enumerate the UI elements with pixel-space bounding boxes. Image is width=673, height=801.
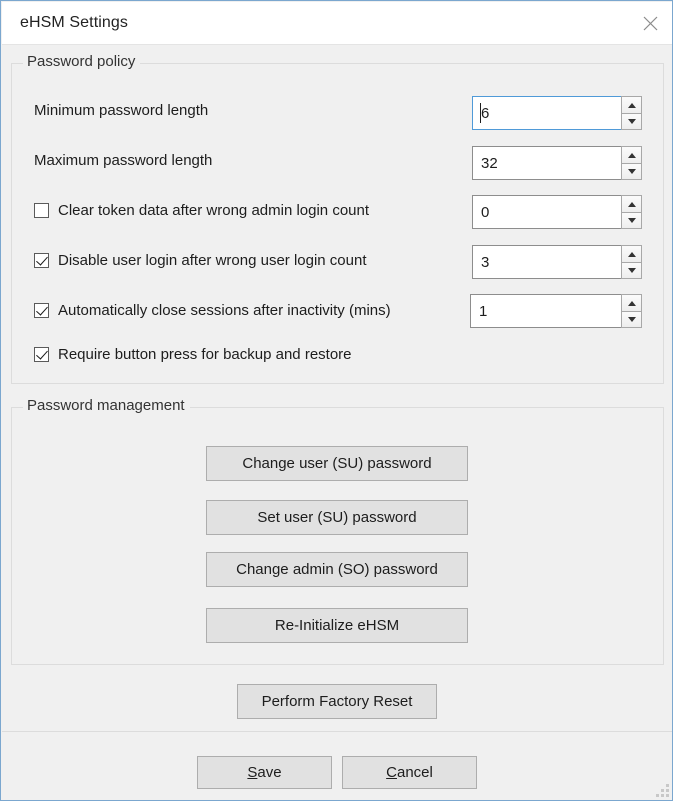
triangle-up-icon bbox=[627, 201, 636, 207]
save-button[interactable]: Save bbox=[197, 756, 332, 789]
triangle-up-icon bbox=[627, 152, 636, 158]
stepper-down-button[interactable] bbox=[621, 262, 642, 279]
footer-divider bbox=[2, 731, 672, 732]
stepper-buttons bbox=[621, 294, 642, 328]
auto-close-sessions-checkbox[interactable] bbox=[34, 303, 49, 318]
disable-user-login-count-input[interactable]: 3 bbox=[472, 245, 621, 279]
disable-user-login-count-stepper[interactable]: 3 bbox=[472, 245, 642, 279]
clear-token-data-checkbox[interactable] bbox=[34, 203, 49, 218]
minimum-password-length-value: 6 bbox=[481, 104, 490, 122]
stepper-up-button[interactable] bbox=[621, 96, 642, 113]
triangle-down-icon bbox=[627, 317, 636, 322]
re-initialize-ehsm-button[interactable]: Re-Initialize eHSM bbox=[206, 608, 468, 643]
perform-factory-reset-button[interactable]: Perform Factory Reset bbox=[237, 684, 437, 719]
save-mnemonic: S bbox=[247, 764, 258, 781]
stepper-up-button[interactable] bbox=[621, 294, 642, 311]
disable-user-login-label: Disable user login after wrong user logi… bbox=[58, 252, 367, 269]
minimum-password-length-label: Minimum password length bbox=[34, 102, 209, 119]
auto-close-sessions-minutes-value: 1 bbox=[479, 302, 488, 320]
disable-user-login-checkbox[interactable] bbox=[34, 253, 49, 268]
cancel-label-rest: ancel bbox=[396, 764, 433, 781]
change-admin-password-button[interactable]: Change admin (SO) password bbox=[206, 552, 468, 587]
cancel-mnemonic: C bbox=[386, 764, 397, 781]
save-label-rest: ave bbox=[257, 764, 282, 781]
triangle-down-icon bbox=[627, 119, 636, 124]
auto-close-sessions-minutes-stepper[interactable]: 1 bbox=[470, 294, 642, 328]
title-bar: eHSM Settings bbox=[2, 2, 672, 45]
change-user-password-button[interactable]: Change user (SU) password bbox=[206, 446, 468, 481]
maximum-password-length-label: Maximum password length bbox=[34, 152, 213, 169]
triangle-up-icon bbox=[627, 251, 636, 257]
auto-close-sessions-minutes-input[interactable]: 1 bbox=[470, 294, 621, 328]
stepper-buttons bbox=[621, 146, 642, 180]
clear-token-data-count-value: 0 bbox=[481, 203, 490, 221]
auto-close-sessions-checkbox-row[interactable]: Automatically close sessions after inact… bbox=[34, 302, 391, 319]
triangle-down-icon bbox=[627, 169, 636, 174]
triangle-up-icon bbox=[627, 102, 636, 108]
triangle-down-icon bbox=[627, 268, 636, 273]
triangle-down-icon bbox=[627, 218, 636, 223]
stepper-buttons bbox=[621, 245, 642, 279]
auto-close-sessions-label: Automatically close sessions after inact… bbox=[58, 302, 391, 319]
maximum-password-length-input[interactable]: 32 bbox=[472, 146, 621, 180]
disable-user-login-checkbox-row[interactable]: Disable user login after wrong user logi… bbox=[34, 252, 367, 269]
minimum-password-length-stepper[interactable]: 6 bbox=[472, 96, 642, 130]
require-button-press-checkbox[interactable] bbox=[34, 347, 49, 362]
stepper-down-button[interactable] bbox=[621, 212, 642, 229]
maximum-password-length-stepper[interactable]: 32 bbox=[472, 146, 642, 180]
stepper-buttons bbox=[621, 96, 642, 130]
clear-token-data-checkbox-row[interactable]: Clear token data after wrong admin login… bbox=[34, 202, 369, 219]
close-icon bbox=[643, 16, 657, 30]
triangle-up-icon bbox=[627, 300, 636, 306]
maximum-password-length-value: 32 bbox=[481, 154, 498, 172]
resize-grip[interactable] bbox=[656, 784, 669, 797]
password-policy-legend: Password policy bbox=[23, 53, 141, 70]
clear-token-data-count-stepper[interactable]: 0 bbox=[472, 195, 642, 229]
stepper-down-button[interactable] bbox=[621, 113, 642, 130]
clear-token-data-count-input[interactable]: 0 bbox=[472, 195, 621, 229]
minimum-password-length-input[interactable]: 6 bbox=[472, 96, 621, 130]
password-management-legend: Password management bbox=[23, 397, 190, 414]
stepper-down-button[interactable] bbox=[621, 311, 642, 328]
stepper-down-button[interactable] bbox=[621, 163, 642, 180]
stepper-up-button[interactable] bbox=[621, 195, 642, 212]
disable-user-login-count-value: 3 bbox=[481, 253, 490, 271]
set-user-password-button[interactable]: Set user (SU) password bbox=[206, 500, 468, 535]
stepper-up-button[interactable] bbox=[621, 245, 642, 262]
cancel-button[interactable]: Cancel bbox=[342, 756, 477, 789]
clear-token-data-label: Clear token data after wrong admin login… bbox=[58, 202, 370, 219]
stepper-buttons bbox=[621, 195, 642, 229]
window-title: eHSM Settings bbox=[20, 14, 129, 31]
text-caret bbox=[480, 103, 481, 123]
require-button-press-checkbox-row[interactable]: Require button press for backup and rest… bbox=[34, 346, 352, 363]
close-button[interactable] bbox=[627, 2, 672, 44]
require-button-press-label: Require button press for backup and rest… bbox=[58, 346, 352, 363]
ehsm-settings-dialog: eHSM Settings Password policy Minimum pa… bbox=[0, 0, 673, 801]
stepper-up-button[interactable] bbox=[621, 146, 642, 163]
